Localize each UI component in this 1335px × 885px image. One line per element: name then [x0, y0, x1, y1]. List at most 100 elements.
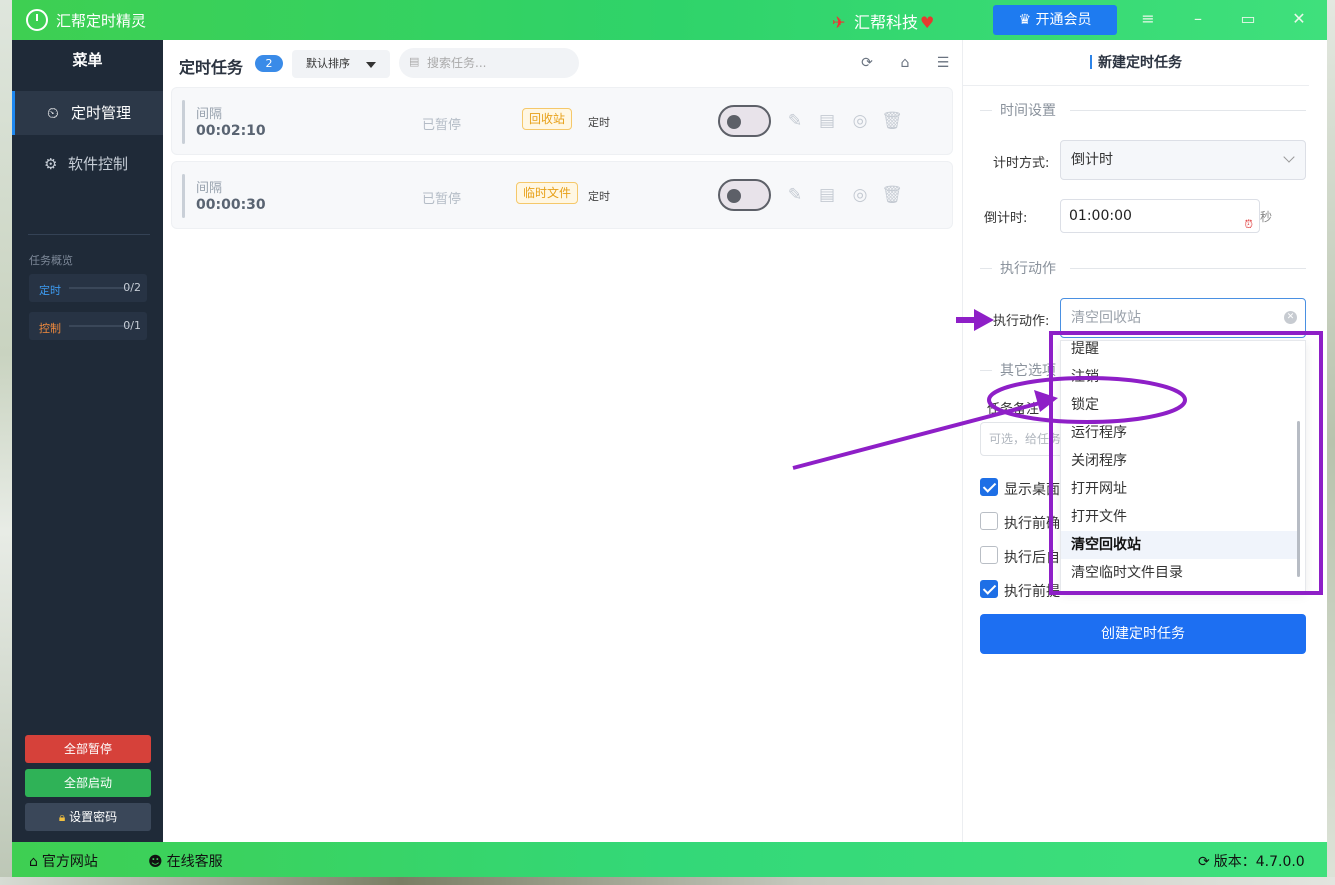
trash-icon[interactable]: 🗑︎ [881, 110, 903, 132]
overview-timer-progress [69, 287, 131, 289]
maximize-icon[interactable]: ▭ [1237, 8, 1259, 30]
checkbox-label: 执行后自 [1004, 550, 1060, 566]
task-status: 已暂停 [422, 118, 462, 133]
sidebar-item-label: 软件控制 [68, 155, 129, 173]
dropdown-option[interactable]: 锁定 [1061, 391, 1297, 419]
overview-control-progress [69, 325, 131, 327]
section-time-settings: 时间设置 [980, 100, 1306, 120]
run-once-icon[interactable]: ◎ [849, 110, 871, 132]
row-accent [182, 174, 185, 218]
edit-icon[interactable]: ✎ [784, 184, 806, 206]
panel-title: 新建定时任务 [963, 40, 1309, 86]
app-title: 汇帮定时精灵 [56, 12, 147, 30]
lock-icon: 🔒︎ [58, 810, 70, 824]
countdown-unit: 秒 [1260, 210, 1273, 224]
dropdown-option[interactable]: 关闭程序 [1061, 447, 1297, 475]
headset-icon: ☻ [148, 854, 163, 870]
checkbox-confirm-before[interactable] [980, 512, 998, 530]
action-select-value: 清空回收站 [1071, 310, 1141, 326]
checkbox-after-exec[interactable] [980, 546, 998, 564]
copy-icon[interactable]: ▤ [816, 184, 838, 206]
section-line [980, 110, 992, 111]
set-password-button[interactable]: 🔒︎ 设置密码 [25, 803, 151, 831]
website-link[interactable]: ⌂ 官方网站 [29, 851, 98, 871]
gear-icon: ⚙ [44, 155, 58, 173]
create-task-button[interactable]: 创建定时任务 [980, 614, 1306, 654]
sort-select[interactable]: 默认排序 [292, 50, 390, 78]
version-text: 版本：4.7.0.0 [1213, 854, 1305, 870]
task-enable-toggle[interactable] [718, 105, 771, 137]
brand-logo-icon: ✈ [832, 13, 846, 32]
section-title-text: 时间设置 [1000, 103, 1056, 119]
brand: ✈ 汇帮科技 ♥ [832, 9, 934, 33]
sidebar-item-timer-management[interactable]: ⏲ 定时管理 [12, 91, 163, 135]
desktop-background-bottom [0, 877, 1335, 885]
start-all-button[interactable]: 全部启动 [25, 769, 151, 797]
home-icon[interactable]: ⌂ [896, 54, 914, 72]
version-info: ⟳ 版本：4.7.0.0 [1198, 851, 1305, 871]
dropdown-option[interactable]: 运行程序 [1061, 419, 1297, 447]
sidebar: 菜单 ⏲ 定时管理 ⚙ 软件控制 任务概览 定时 0/2 控制 0/1 全部暂停 全… [12, 40, 163, 842]
desktop-background-right [1327, 0, 1335, 885]
copy-icon[interactable]: ▤ [816, 110, 838, 132]
dropdown-option[interactable]: 打开文件 [1061, 503, 1297, 531]
action-dropdown: 提醒 注销 锁定 运行程序 关闭程序 打开网址 打开文件 清空回收站 清空临时文… [1060, 340, 1306, 592]
close-icon[interactable]: ✕ [1288, 8, 1310, 30]
countdown-value: 01:00:00 [1069, 208, 1132, 224]
list-icon[interactable]: ☰ [934, 54, 952, 72]
dropdown-option[interactable]: 提醒 [1061, 341, 1297, 363]
overview-label: 任务概览 [29, 254, 73, 267]
row-accent [182, 100, 185, 144]
dropdown-option[interactable]: 注销 [1061, 363, 1297, 391]
search-input[interactable]: 搜索任务... [399, 48, 579, 78]
app-logo-icon [26, 9, 48, 31]
task-time: 00:02:10 [196, 123, 266, 139]
website-link-label: 官方网站 [41, 854, 98, 870]
support-link-label: 在线客服 [166, 854, 223, 870]
alarm-clock-icon[interactable]: ⏰︎ [1244, 209, 1253, 241]
task-type: 定时 [588, 116, 610, 129]
action-select[interactable]: 清空回收站 ✕ [1060, 298, 1306, 338]
checkbox-label: 执行前确 [1004, 516, 1060, 532]
table-row[interactable]: 间隔 00:02:10 已暂停 回收站 定时 ✎ ▤ ◎ 🗑︎ [171, 87, 953, 155]
set-password-label: 设置密码 [69, 810, 118, 824]
dropdown-option[interactable]: 清空临时文件目录 [1061, 559, 1297, 587]
edit-icon[interactable]: ✎ [784, 110, 806, 132]
refresh-icon[interactable]: ⟳ [1198, 854, 1210, 870]
dropdown-option-selected[interactable]: 清空回收站 [1061, 531, 1297, 559]
dropdown-scrollbar[interactable] [1297, 421, 1300, 577]
sidebar-divider [28, 234, 150, 235]
vip-button[interactable]: ♛ 开通会员 [993, 5, 1117, 35]
clear-icon[interactable]: ✕ [1284, 311, 1297, 324]
support-link[interactable]: ☻ 在线客服 [148, 851, 223, 871]
task-enable-toggle[interactable] [718, 179, 771, 211]
task-action-tag: 回收站 [522, 108, 573, 130]
trash-icon[interactable]: 🗑︎ [881, 184, 903, 206]
checkbox-show-desktop[interactable] [980, 478, 998, 496]
task-mode: 间隔 [196, 181, 223, 196]
task-status: 已暂停 [422, 192, 462, 207]
note-input[interactable]: 可选，给任务 [980, 422, 1070, 456]
task-type: 定时 [588, 190, 610, 203]
countdown-label: 倒计时: [984, 211, 1028, 226]
sidebar-item-software-control[interactable]: ⚙ 软件控制 [12, 142, 163, 186]
timer-mode-select[interactable]: 倒计时 [1060, 140, 1306, 180]
refresh-icon[interactable]: ⟳ [858, 54, 876, 72]
run-once-icon[interactable]: ◎ [849, 184, 871, 206]
caret-down-icon [366, 62, 376, 68]
section-title-text: 执行动作 [1000, 261, 1056, 277]
menu-icon[interactable]: ≡ [1137, 8, 1159, 30]
overview-timer-label: 定时 [39, 284, 61, 297]
checkbox-label: 执行前提 [1004, 584, 1060, 600]
table-row[interactable]: 间隔 00:00:30 已暂停 临时文件 定时 ✎ ▤ ◎ 🗑︎ [171, 161, 953, 229]
checkbox-remind-before[interactable] [980, 580, 998, 598]
dropdown-option[interactable]: 打开网址 [1061, 475, 1297, 503]
section-line [1070, 110, 1306, 111]
task-list-area: 定时任务 2 默认排序 搜索任务... ▤ ⟳ ⌂ ☰ 间隔 00:02:10 … [163, 40, 962, 842]
pause-all-button[interactable]: 全部暂停 [25, 735, 151, 763]
section-line [1070, 268, 1306, 269]
menu-title: 菜单 [72, 51, 103, 69]
desktop-background-left [0, 0, 12, 885]
countdown-input[interactable]: 01:00:00 ⏰︎ [1060, 199, 1260, 233]
minimize-icon[interactable]: – [1187, 8, 1209, 30]
